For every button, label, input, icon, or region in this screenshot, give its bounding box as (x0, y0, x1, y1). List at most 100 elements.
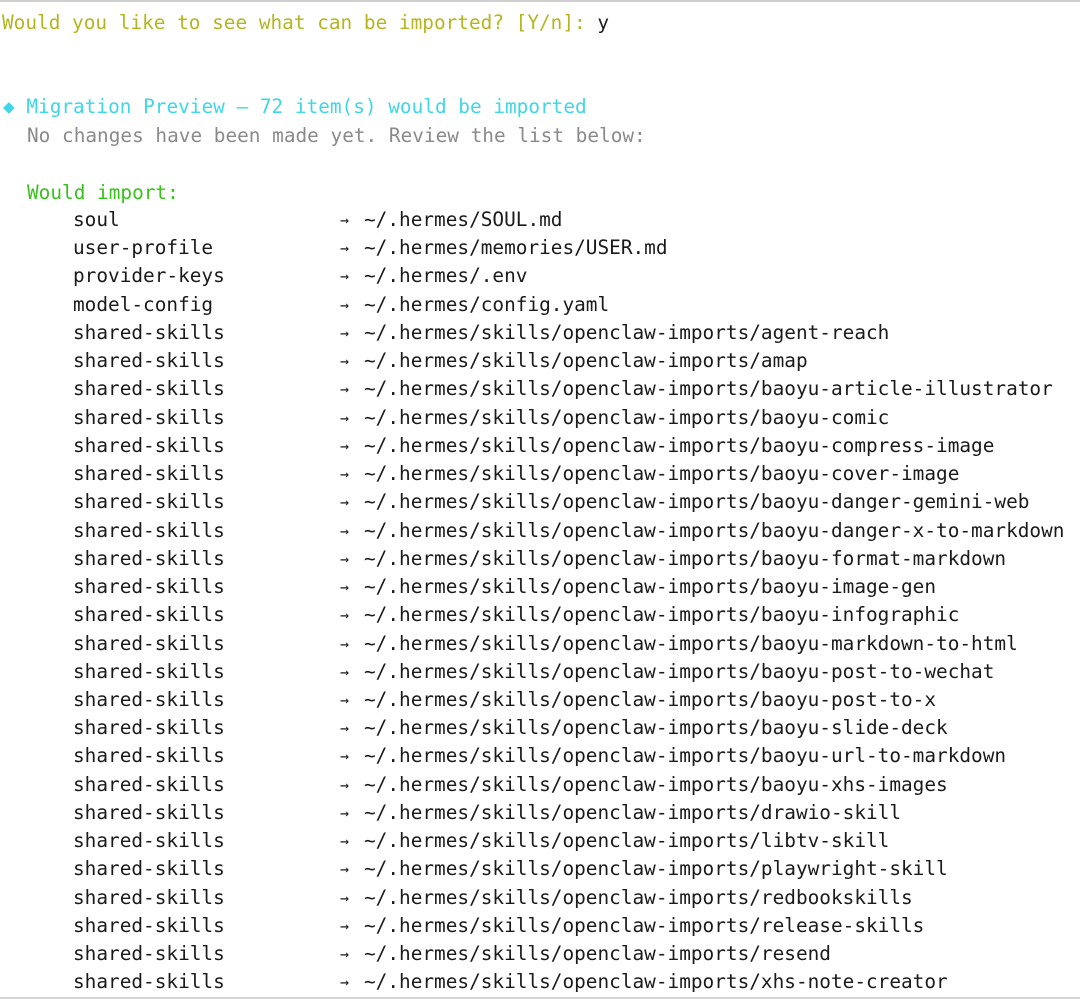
arrow-right-icon: → (340, 916, 350, 935)
item-name: shared-skills (73, 631, 225, 655)
item-name: shared-skills (73, 970, 225, 994)
arrow-right-icon: → (340, 239, 350, 258)
item-name: shared-skills (73, 405, 225, 429)
item-name: shared-skills (73, 913, 225, 937)
prompt-question: Would you like to see what can be import… (2, 11, 598, 34)
item-destination-path: ~/.hermes/skills/openclaw-imports/baoyu-… (364, 490, 1030, 514)
arrow-right-icon: → (340, 493, 350, 512)
item-destination-path: ~/.hermes/skills/openclaw-imports/amap (364, 349, 808, 373)
arrow-right-icon: → (340, 860, 350, 879)
arrow-right-icon: → (340, 775, 350, 794)
item-destination-path: ~/.hermes/skills/openclaw-imports/baoyu-… (364, 462, 960, 486)
arrow-right-icon: → (340, 352, 350, 371)
item-name: shared-skills (73, 857, 225, 881)
item-name: shared-skills (73, 575, 225, 599)
item-name: shared-skills (73, 433, 225, 457)
arrow-right-icon: → (340, 211, 350, 229)
confirm-prompt: Would you like to see what can be import… (2, 9, 609, 37)
import-list: soul → ~/.hermes/SOUL.md user-profile → ~/.he… (0, 206, 1080, 997)
arrow-right-icon: → (340, 521, 350, 540)
item-name: shared-skills (73, 800, 225, 824)
arrow-right-icon: → (340, 408, 350, 427)
arrow-right-icon: → (340, 832, 350, 851)
list-item: shared-skills → ~/.hermes/skills/openclaw-… (0, 545, 1080, 573)
item-name: shared-skills (73, 829, 225, 853)
item-name: shared-skills (73, 320, 225, 344)
list-item: shared-skills → ~/.hermes/skills/openclaw-… (0, 912, 1080, 940)
arrow-right-icon: → (340, 690, 350, 709)
list-item: user-profile → ~/.hermes/memories/USER.md (0, 234, 1080, 262)
item-destination-path: ~/.hermes/skills/openclaw-imports/releas… (364, 913, 925, 937)
list-item: shared-skills → ~/.hermes/skills/openclaw-… (0, 601, 1080, 629)
list-item: shared-skills → ~/.hermes/skills/openclaw-… (0, 517, 1080, 545)
preview-subtitle: No changes have been made yet. Review th… (27, 124, 646, 147)
item-destination-path: ~/.hermes/skills/openclaw-imports/baoyu-… (364, 405, 890, 429)
would-import-label: Would import: (27, 181, 179, 204)
arrow-right-icon: → (340, 888, 350, 907)
list-item: shared-skills → ~/.hermes/skills/openclaw-… (0, 404, 1080, 432)
arrow-right-icon: → (340, 465, 350, 484)
arrow-right-icon: → (340, 747, 350, 766)
item-destination-path: ~/.hermes/SOUL.md (364, 208, 563, 231)
list-item: shared-skills → ~/.hermes/skills/openclaw-… (0, 658, 1080, 686)
arrow-right-icon: → (340, 436, 350, 455)
item-name: shared-skills (73, 885, 225, 909)
list-item: shared-skills → ~/.hermes/skills/openclaw-… (0, 432, 1080, 460)
list-item: shared-skills → ~/.hermes/skills/openclaw-… (0, 686, 1080, 714)
arrow-right-icon: → (340, 973, 350, 992)
list-item: shared-skills → ~/.hermes/skills/openclaw-… (0, 375, 1080, 403)
item-name: shared-skills (73, 744, 225, 768)
list-item: shared-skills → ~/.hermes/skills/openclaw-… (0, 573, 1080, 601)
item-name: soul (73, 208, 120, 231)
list-item: soul → ~/.hermes/SOUL.md (0, 206, 1080, 234)
list-item: shared-skills → ~/.hermes/skills/openclaw-… (0, 940, 1080, 968)
item-destination-path: ~/.hermes/skills/openclaw-imports/agent-… (364, 320, 890, 344)
item-destination-path: ~/.hermes/skills/openclaw-imports/xhs-no… (364, 970, 948, 994)
list-item: shared-skills → ~/.hermes/skills/openclaw-… (0, 827, 1080, 855)
item-destination-path: ~/.hermes/skills/openclaw-imports/baoyu-… (364, 744, 1007, 768)
list-item: shared-skills → ~/.hermes/skills/openclaw-… (0, 799, 1080, 827)
item-destination-path: ~/.hermes/skills/openclaw-imports/baoyu-… (364, 772, 948, 796)
item-name: shared-skills (73, 659, 225, 683)
list-item: shared-skills → ~/.hermes/skills/openclaw-… (0, 714, 1080, 742)
item-name: shared-skills (73, 349, 225, 373)
item-destination-path: ~/.hermes/.env (364, 264, 528, 288)
item-name: model-config (73, 292, 214, 316)
terminal-window[interactable]: Would you like to see what can be import… (0, 0, 1080, 999)
item-destination-path: ~/.hermes/skills/openclaw-imports/baoyu-… (364, 716, 948, 740)
list-item: shared-skills → ~/.hermes/skills/openclaw-… (0, 347, 1080, 375)
item-destination-path: ~/.hermes/skills/openclaw-imports/baoyu-… (364, 603, 960, 627)
item-destination-path: ~/.hermes/skills/openclaw-imports/drawio… (364, 800, 902, 824)
list-item: shared-skills → ~/.hermes/skills/openclaw-… (0, 488, 1080, 516)
list-item: shared-skills → ~/.hermes/skills/openclaw-… (0, 742, 1080, 770)
item-name: shared-skills (73, 462, 225, 486)
item-name: shared-skills (73, 687, 225, 711)
item-destination-path: ~/.hermes/skills/openclaw-imports/resend (364, 942, 831, 966)
arrow-right-icon: → (340, 662, 350, 681)
item-name: user-profile (73, 236, 214, 260)
arrow-right-icon: → (340, 634, 350, 653)
arrow-right-icon: → (340, 323, 350, 342)
list-item: model-config → ~/.hermes/config.yaml (0, 291, 1080, 319)
item-destination-path: ~/.hermes/skills/openclaw-imports/baoyu-… (364, 687, 937, 711)
arrow-right-icon: → (340, 803, 350, 822)
arrow-right-icon: → (340, 578, 350, 597)
arrow-right-icon: → (340, 945, 350, 964)
list-item: shared-skills → ~/.hermes/skills/openclaw-… (0, 771, 1080, 799)
prompt-answer: y (597, 11, 610, 34)
arrow-right-icon: → (340, 606, 350, 625)
arrow-right-icon: → (340, 380, 350, 399)
item-destination-path: ~/.hermes/skills/openclaw-imports/baoyu-… (364, 631, 1018, 655)
item-destination-path: ~/.hermes/skills/openclaw-imports/libtv-… (364, 829, 890, 853)
window-top-border (0, 0, 1080, 2)
list-item: shared-skills → ~/.hermes/skills/openclaw-… (0, 884, 1080, 912)
item-name: shared-skills (73, 518, 225, 542)
item-name: shared-skills (73, 377, 225, 401)
item-name: shared-skills (73, 603, 225, 627)
item-name: shared-skills (73, 942, 225, 966)
item-destination-path: ~/.hermes/memories/USER.md (364, 236, 668, 260)
item-name: shared-skills (73, 772, 225, 796)
item-destination-path: ~/.hermes/config.yaml (364, 292, 610, 316)
item-name: shared-skills (73, 490, 225, 514)
list-item: shared-skills → ~/.hermes/skills/openclaw-… (0, 630, 1080, 658)
